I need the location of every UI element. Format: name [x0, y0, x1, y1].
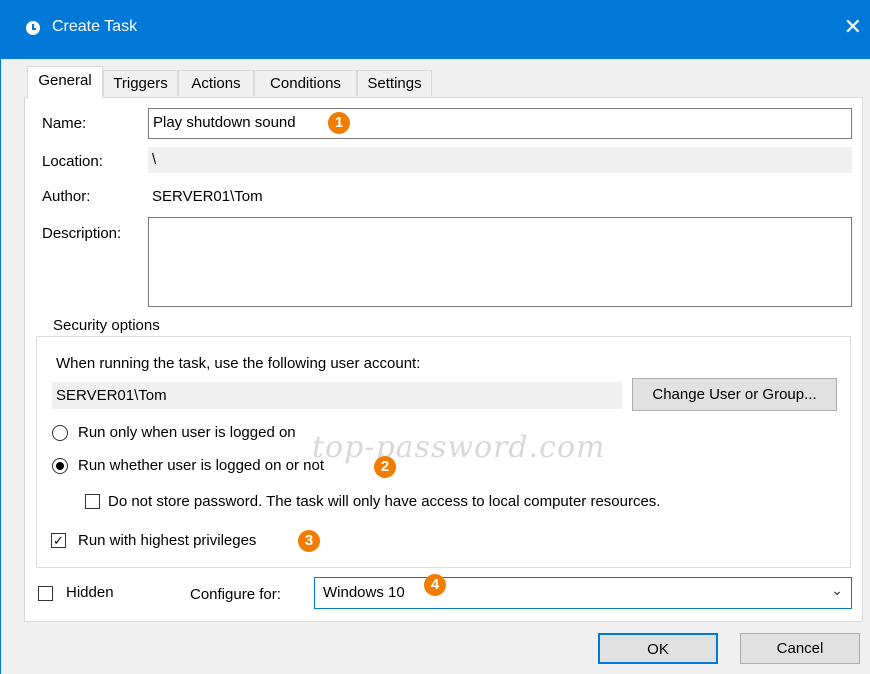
security-options-legend: Security options [50, 317, 163, 334]
radio-whether-logged-on-label[interactable]: Run whether user is logged on or not [78, 457, 324, 474]
tab-general[interactable]: General [27, 66, 103, 98]
callout-badge-2: 2 [374, 456, 396, 478]
no-store-password-label[interactable]: Do not store password. The task will onl… [108, 493, 660, 510]
location-label: Location: [42, 153, 103, 170]
no-store-password-checkbox[interactable] [85, 494, 100, 509]
close-icon[interactable]: ✕ [844, 14, 862, 40]
highest-privileges-label[interactable]: Run with highest privileges [78, 532, 256, 549]
description-field[interactable] [148, 217, 852, 307]
location-value: \ [148, 147, 852, 173]
configure-for-combobox[interactable]: Windows 10 ⌄ [314, 577, 852, 609]
account-prompt: When running the task, use the following… [56, 355, 421, 372]
radio-logged-on[interactable] [52, 425, 68, 441]
radio-whether-logged-on[interactable] [52, 458, 68, 474]
cancel-button[interactable]: Cancel [740, 633, 860, 664]
window-title: Create Task [52, 18, 138, 35]
tab-settings[interactable]: Settings [357, 70, 432, 96]
account-value: SERVER01\Tom [52, 382, 622, 409]
tab-actions[interactable]: Actions [178, 70, 254, 96]
description-label: Description: [42, 225, 122, 242]
hidden-label[interactable]: Hidden [66, 584, 114, 601]
author-value: SERVER01\Tom [152, 188, 263, 205]
chevron-down-icon: ⌄ [831, 582, 843, 598]
watermark: top-password.com [312, 430, 606, 465]
highest-privileges-checkbox[interactable]: ✓ [51, 533, 66, 548]
tab-conditions[interactable]: Conditions [254, 70, 357, 96]
name-field[interactable]: Play shutdown sound [148, 108, 852, 139]
callout-badge-4: 4 [424, 574, 446, 596]
configure-for-value: Windows 10 [323, 584, 405, 601]
author-label: Author: [42, 188, 91, 205]
tab-triggers[interactable]: Triggers [103, 70, 178, 96]
clock-icon [26, 21, 40, 35]
radio-logged-on-label[interactable]: Run only when user is logged on [78, 424, 296, 441]
configure-for-label: Configure for: [190, 586, 281, 603]
name-label: Name: [42, 115, 87, 132]
callout-badge-1: 1 [328, 112, 350, 134]
callout-badge-3: 3 [298, 530, 320, 552]
ok-button[interactable]: OK [598, 633, 718, 664]
hidden-checkbox[interactable] [38, 586, 53, 601]
change-user-button[interactable]: Change User or Group... [632, 378, 837, 411]
